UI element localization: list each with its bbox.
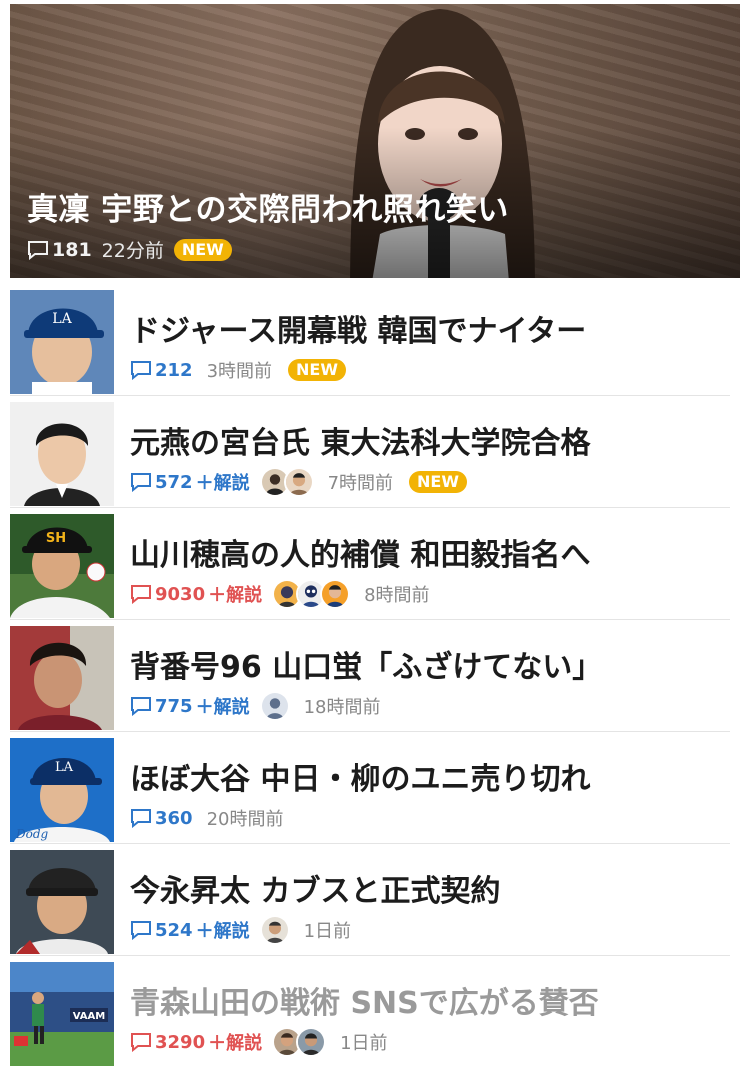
article-time: 18時間前: [303, 697, 381, 718]
article-title: 今永昇太 カブスと正式契約: [130, 874, 501, 909]
new-badge: NEW: [288, 359, 346, 381]
article-title: ほぼ大谷 中日・柳のユニ売り切れ: [130, 762, 591, 797]
comment-icon: [131, 809, 151, 828]
commentator-avatar: [259, 915, 290, 945]
comment-count[interactable]: 9030 ＋解説: [130, 581, 262, 607]
svg-text:VAAM: VAAM: [73, 1011, 106, 1022]
commentator-avatar: [320, 579, 351, 609]
comment-number: 9030: [155, 583, 206, 605]
article-thumbnail: LA: [10, 290, 114, 394]
default-avatar-icon: [259, 691, 290, 721]
comment-icon: [131, 585, 151, 604]
article-title: 青森山田の戦術 SNSで広がる賛否: [130, 986, 599, 1021]
hero-comment-count[interactable]: 181: [27, 239, 92, 261]
list-item[interactable]: LA Dodg ほぼ大谷 中日・柳のユニ売り切れ 360 20時間前: [0, 732, 750, 844]
commentary-label: ＋解説: [208, 585, 263, 606]
article-time: 7時間前: [327, 473, 394, 494]
commentator-avatars[interactable]: [259, 467, 314, 497]
comment-number: 360: [155, 807, 193, 829]
article-list: LA ドジャース開幕戦 韓国でナイター 212 3時間前 NEW 元燕の宮台氏 …: [0, 284, 750, 1068]
svg-text:LA: LA: [52, 311, 72, 327]
article-title: 背番号96 山口蛍「ふざけてない」: [130, 650, 603, 685]
article-meta: 775 ＋解説 18時間前: [130, 691, 381, 721]
comment-icon: [131, 697, 151, 716]
article-title: ドジャース開幕戦 韓国でナイター: [130, 314, 587, 349]
article-meta: 212 3時間前 NEW: [130, 356, 346, 384]
comment-icon: [131, 361, 151, 380]
hero-comment-number: 181: [52, 238, 92, 261]
list-item[interactable]: SH 山川穂高の人的補償 和田毅指名へ 9030 ＋解説 8時間前: [0, 508, 750, 620]
new-badge: NEW: [173, 238, 232, 261]
article-meta: 3290 ＋解説 1日前: [130, 1027, 388, 1057]
comment-count[interactable]: 572 ＋解説: [130, 469, 250, 495]
comment-count[interactable]: 3290 ＋解説: [130, 1029, 262, 1055]
article-meta: 572 ＋解説 7時間前 NEW: [130, 467, 467, 497]
list-item[interactable]: 背番号96 山口蛍「ふざけてない」 775 ＋解説 18時間前: [0, 620, 750, 732]
new-badge: NEW: [409, 471, 467, 493]
svg-text:SH: SH: [46, 531, 66, 546]
comment-number: 775: [155, 695, 193, 717]
article-thumbnail: [10, 850, 114, 954]
article-thumbnail: [10, 626, 114, 730]
article-time: 1日前: [303, 921, 352, 942]
article-time: 3時間前: [206, 361, 273, 382]
list-item[interactable]: VAAM 青森山田の戦術 SNSで広がる賛否 3290 ＋解説 1日前: [0, 956, 750, 1068]
commentator-avatars[interactable]: [272, 1027, 327, 1057]
article-meta: 9030 ＋解説 8時間前: [130, 579, 430, 609]
article-title: 山川穂高の人的補償 和田毅指名へ: [130, 538, 591, 573]
article-meta: 360 20時間前: [130, 804, 283, 832]
commentary-label: ＋解説: [195, 921, 250, 942]
hero-time: 22分前: [101, 240, 164, 262]
svg-text:LA: LA: [55, 760, 74, 775]
comment-number: 572: [155, 471, 193, 493]
article-thumbnail: [10, 402, 114, 506]
comment-icon: [131, 473, 151, 492]
comment-count[interactable]: 360: [130, 808, 193, 829]
comment-number: 3290: [155, 1031, 206, 1053]
comment-count[interactable]: 212: [130, 360, 193, 381]
commentary-label: ＋解説: [208, 1033, 263, 1054]
hero-article[interactable]: 真凜 宇野との交際問われ照れ笑い 181 22分前 NEW: [10, 4, 740, 278]
commentator-avatars[interactable]: [272, 579, 351, 609]
hero-meta: 181 22分前 NEW: [27, 236, 232, 263]
hero-title: 真凜 宇野との交際問われ照れ笑い: [27, 192, 509, 228]
list-item[interactable]: 元燕の宮台氏 東大法科大学院合格 572 ＋解説 7時間前 NEW: [0, 396, 750, 508]
article-time: 20時間前: [206, 809, 284, 830]
article-meta: 524 ＋解説 1日前: [130, 915, 352, 945]
commentator-avatar: [283, 467, 314, 497]
commentator-avatar: [296, 1027, 327, 1057]
article-thumbnail: SH: [10, 514, 114, 618]
article-time: 8時間前: [364, 585, 430, 606]
article-time: 1日前: [340, 1033, 388, 1054]
comment-icon: [131, 1033, 151, 1052]
article-thumbnail: VAAM: [10, 962, 114, 1066]
comment-number: 524: [155, 919, 193, 941]
comment-icon: [131, 921, 151, 940]
commentary-label: ＋解説: [195, 473, 250, 494]
comment-number: 212: [155, 359, 193, 381]
article-title: 元燕の宮台氏 東大法科大学院合格: [130, 426, 591, 461]
commentary-label: ＋解説: [195, 697, 250, 718]
comment-count[interactable]: 775 ＋解説: [130, 693, 250, 719]
comment-icon: [28, 240, 48, 260]
svg-text:Dodg: Dodg: [15, 827, 49, 841]
commentator-avatars[interactable]: [259, 915, 290, 945]
list-item[interactable]: LA ドジャース開幕戦 韓国でナイター 212 3時間前 NEW: [0, 284, 750, 396]
commentator-avatars[interactable]: [259, 691, 290, 721]
list-item[interactable]: 今永昇太 カブスと正式契約 524 ＋解説 1日前: [0, 844, 750, 956]
comment-count[interactable]: 524 ＋解説: [130, 917, 250, 943]
article-thumbnail: LA Dodg: [10, 738, 114, 842]
